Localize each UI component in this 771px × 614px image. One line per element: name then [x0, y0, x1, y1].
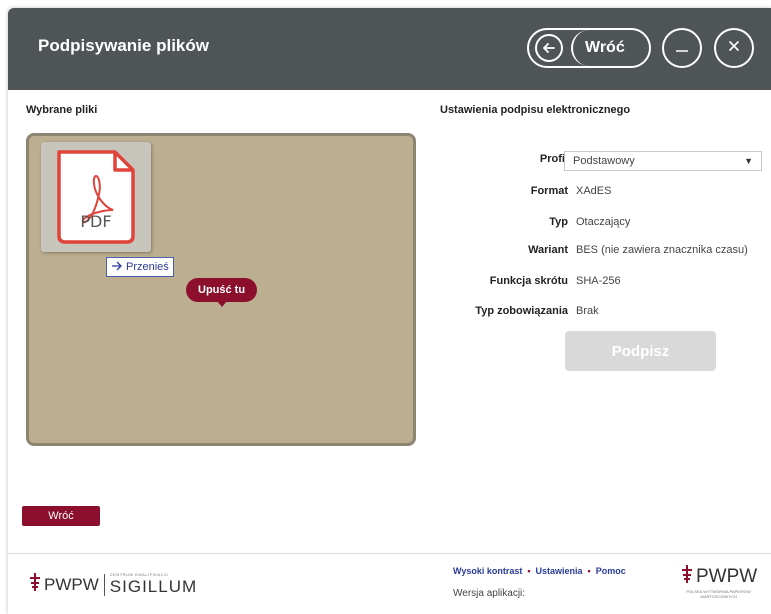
- close-icon: [727, 39, 741, 58]
- variant-value: BES (nie zawiera znacznika czasu): [576, 244, 748, 256]
- file-tile-pdf[interactable]: PDF: [41, 142, 151, 252]
- pdf-file-icon: [57, 150, 135, 244]
- footer: PWPW CENTRUM KWALIFIKACJI SIGILLUM Wysok…: [8, 553, 771, 614]
- pwpw-logo: PWPW POLSKA WYTWÓRNIA PAPIERÓW WARTOŚCIO…: [680, 564, 757, 599]
- arrow-right-icon: [111, 261, 123, 274]
- header-back-label: Wróć: [571, 30, 637, 66]
- type-value: Otaczający: [576, 216, 631, 228]
- page-title: Podpisywanie plików: [38, 36, 209, 55]
- format-value: XAdES: [576, 185, 612, 197]
- sigillum-logo: PWPW CENTRUM KWALIFIKACJI SIGILLUM: [28, 572, 197, 597]
- link-settings[interactable]: Ustawienia: [536, 566, 583, 576]
- variant-label: Wariant: [528, 244, 568, 256]
- minimize-icon: [674, 38, 690, 59]
- logo-left-brand: SIGILLUM: [109, 577, 198, 596]
- minimize-button[interactable]: [662, 28, 702, 68]
- file-type-label: PDF: [80, 212, 112, 231]
- separator-dot: •: [587, 566, 591, 576]
- chevron-down-icon: ▼: [744, 156, 753, 166]
- move-tooltip: Przenieś: [106, 257, 174, 277]
- commitment-type-label: Typ zobowiązania: [475, 305, 568, 317]
- profile-select-value: Podstawowy: [573, 155, 635, 167]
- close-button[interactable]: [714, 28, 754, 68]
- settings-row-hash: Funkcja skrótu SHA-256: [438, 272, 768, 292]
- link-help[interactable]: Pomoc: [596, 566, 626, 576]
- profile-select[interactable]: Podstawowy ▼: [564, 151, 762, 171]
- settings-row-variant: Wariant BES (nie zawiera znacznika czasu…: [438, 241, 768, 261]
- settings-row-commitment: Typ zobowiązania Brak: [438, 302, 768, 322]
- header-back-button[interactable]: Wróć: [527, 28, 651, 68]
- commitment-type-value: Brak: [576, 305, 599, 317]
- footer-links: Wysoki kontrast • Ustawienia • Pomoc: [453, 566, 626, 576]
- logo-right-text: PWPW: [696, 565, 758, 587]
- back-button[interactable]: Wróć: [22, 506, 100, 526]
- move-label: Przenieś: [126, 261, 169, 273]
- arrow-left-icon: [535, 34, 563, 62]
- sign-button[interactable]: Podpisz: [565, 331, 716, 371]
- header-bar: Podpisywanie plików Wróć: [8, 8, 771, 90]
- drop-here-badge: Upuść tu: [186, 278, 258, 307]
- link-high-contrast[interactable]: Wysoki kontrast: [453, 566, 522, 576]
- type-label: Typ: [549, 216, 568, 228]
- selected-files-title: Wybrane pliki: [26, 104, 98, 116]
- hash-function-label: Funkcja skrótu: [489, 275, 568, 287]
- file-dropzone[interactable]: PDF Przenieś Upuść tu: [26, 133, 416, 446]
- settings-row-type: Typ Otaczający: [438, 213, 768, 233]
- separator-dot: •: [527, 566, 531, 576]
- app-version: Wersja aplikacji:: [453, 588, 526, 599]
- logo-right-small: POLSKA WYTWÓRNIA PAPIERÓW WARTOŚCIOWYCH: [686, 589, 751, 599]
- logo-left-text: PWPW: [44, 574, 99, 594]
- format-label: Format: [530, 185, 568, 197]
- hash-function-value: SHA-256: [576, 275, 621, 287]
- settings-row-format: Format XAdES: [438, 182, 768, 202]
- app-window: Podpisywanie plików Wróć Wybrane pliki P…: [8, 8, 771, 614]
- pwpw-emblem-icon: [680, 564, 694, 589]
- pwpw-emblem-icon: [28, 572, 42, 597]
- signature-settings-title: Ustawienia podpisu elektronicznego: [440, 104, 631, 116]
